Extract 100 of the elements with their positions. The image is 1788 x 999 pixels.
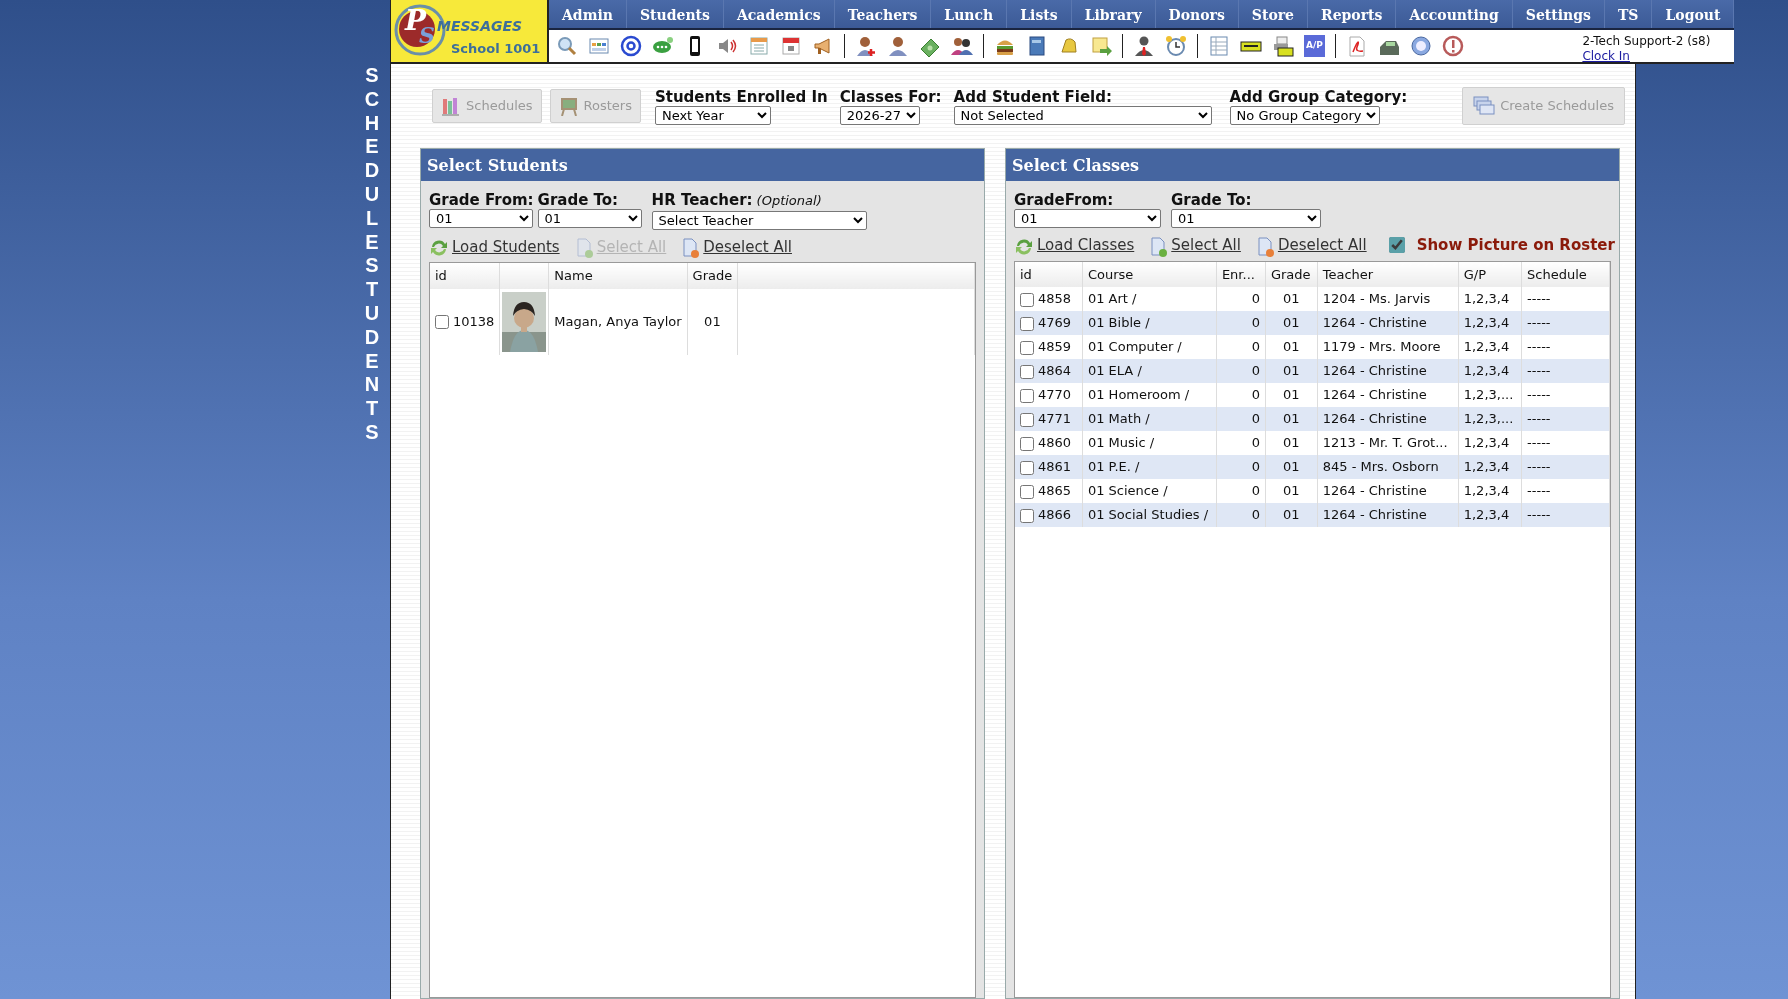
table-cell: 01 [687, 288, 738, 355]
table-cell: ----- [1521, 311, 1610, 335]
row-checkbox[interactable] [435, 315, 449, 330]
filter-dropdown[interactable]: 2026-27 [839, 105, 920, 125]
filter-label: GradeFrom: [1014, 191, 1114, 209]
row-checkbox[interactable] [1020, 460, 1034, 475]
grade-dropdown[interactable]: 01 [429, 209, 533, 228]
row-checkbox[interactable] [1020, 292, 1034, 307]
table-cell: ----- [1521, 407, 1610, 431]
row-checkbox[interactable] [1020, 388, 1034, 403]
action-link[interactable]: Deselect All [680, 235, 792, 258]
alert-icon[interactable] [1441, 35, 1464, 57]
column-header: G/P [1458, 261, 1522, 287]
calendar-icon[interactable] [780, 35, 802, 57]
column-header: Schedule [1521, 261, 1610, 287]
people-icon[interactable] [951, 35, 973, 57]
teacher-dropdown[interactable]: Select Teacher [651, 210, 867, 230]
menu-item[interactable]: Logout [1652, 0, 1735, 28]
column-header: Enr... [1216, 261, 1266, 287]
table-cell: 01 ELA / [1082, 359, 1217, 383]
table-cell: 01 Social Studies / [1082, 503, 1217, 527]
books-icon [441, 96, 461, 116]
table-cell: 01 [1265, 359, 1318, 383]
book-icon[interactable] [1026, 35, 1048, 57]
action-link[interactable]: Load Students [429, 235, 560, 258]
filter-dropdown[interactable]: Not Selected [953, 105, 1212, 125]
menu-item[interactable]: Reports [1308, 0, 1397, 28]
panel-header: Select Students [421, 149, 984, 181]
add-person-icon[interactable] [855, 35, 877, 57]
menu-item[interactable]: Admin [549, 0, 627, 28]
row-checkbox[interactable] [1020, 508, 1034, 523]
table-cell: 0 [1216, 503, 1266, 527]
grade-dropdown[interactable]: 01 [1171, 209, 1321, 228]
filter-label: Grade To: [1171, 191, 1252, 209]
note-icon[interactable] [1090, 35, 1112, 57]
column-header: id [430, 263, 500, 289]
document-add-icon [1148, 236, 1169, 257]
filter-label: Grade From: [429, 191, 534, 209]
user-name: 2-Tech Support-2 (s8) [1582, 34, 1711, 49]
printer-icon[interactable] [1272, 35, 1294, 57]
clock-in-link[interactable]: Clock In [1582, 49, 1630, 63]
person-icon[interactable] [1133, 35, 1155, 57]
table-cell: 0 [1216, 359, 1266, 383]
menu-item[interactable]: Lunch [931, 0, 1008, 28]
row-checkbox[interactable] [1020, 316, 1034, 331]
table-cell: 1,2,3,4 [1458, 455, 1522, 479]
reload-icon [429, 238, 449, 258]
menu-item[interactable]: Students [626, 0, 724, 28]
alarm-clock-icon[interactable] [1165, 35, 1187, 57]
table-cell: 4865 [1038, 483, 1072, 499]
menu-item[interactable]: Library [1071, 0, 1156, 28]
row-checkbox[interactable] [1020, 484, 1034, 499]
filter-label: Add Group Category: [1229, 87, 1408, 106]
optional-hint: (Optional) [756, 192, 822, 210]
table-cell: 845 - Mrs. Osborn [1317, 455, 1459, 479]
action-link[interactable]: Load Classes [1014, 234, 1135, 257]
row-checkbox[interactable] [1020, 412, 1034, 427]
table-cell: 4769 [1038, 315, 1072, 331]
table-cell: 01 [1265, 455, 1318, 479]
menu-item[interactable]: Teachers [834, 0, 932, 28]
table-cell: 0 [1216, 311, 1266, 335]
menu-item[interactable]: Academics [723, 0, 835, 28]
table-cell: 1,2,3,4 [1458, 359, 1522, 383]
action-link[interactable]: Deselect All [1254, 234, 1367, 257]
grid-icon[interactable] [588, 35, 610, 57]
table-cell: Magan, Anya Taylor [548, 288, 688, 355]
action-link[interactable]: Select All [1148, 234, 1241, 257]
grade-dropdown[interactable]: 01 [1014, 209, 1161, 228]
search-icon[interactable] [556, 35, 578, 57]
table-cell: 10138 [453, 313, 495, 329]
menu-item[interactable]: Store [1238, 0, 1309, 28]
filter-label: Add Student Field: [953, 87, 1113, 106]
table-cell: 1264 - Christine [1317, 407, 1459, 431]
row-checkbox[interactable] [1020, 436, 1034, 451]
column-header: Grade [687, 263, 738, 289]
row-checkbox[interactable] [1020, 364, 1034, 379]
table-cell: ----- [1521, 455, 1610, 479]
person-icon[interactable] [887, 35, 909, 57]
menu-item[interactable]: Settings [1512, 0, 1605, 28]
table-cell: 4860 [1038, 435, 1072, 451]
show-picture-checkbox[interactable] [1388, 237, 1405, 254]
ap-button[interactable]: A/P [1304, 35, 1325, 57]
menu-item[interactable]: Donors [1155, 0, 1239, 28]
menu-item[interactable]: Accounting [1396, 0, 1513, 28]
grade-dropdown[interactable]: 01 [537, 209, 642, 228]
table-cell: 0 [1216, 455, 1266, 479]
column-header: Course [1082, 261, 1217, 287]
table-cell: 4771 [1038, 411, 1072, 427]
column-header: Name [548, 263, 688, 289]
filter-label: Classes For: [839, 87, 942, 106]
filter-label: HR Teacher: [651, 191, 753, 209]
schedules-icon [1473, 96, 1496, 116]
filter-dropdown[interactable]: Next Year [654, 105, 771, 125]
menu-item[interactable]: TS [1604, 0, 1653, 28]
filter-dropdown[interactable]: No Group Category [1229, 105, 1380, 125]
row-checkbox[interactable] [1020, 340, 1034, 355]
table-cell: 4866 [1038, 507, 1072, 523]
table-cell: ----- [1521, 503, 1610, 527]
menu-item[interactable]: Lists [1007, 0, 1072, 28]
table-cell: 0 [1216, 407, 1266, 431]
